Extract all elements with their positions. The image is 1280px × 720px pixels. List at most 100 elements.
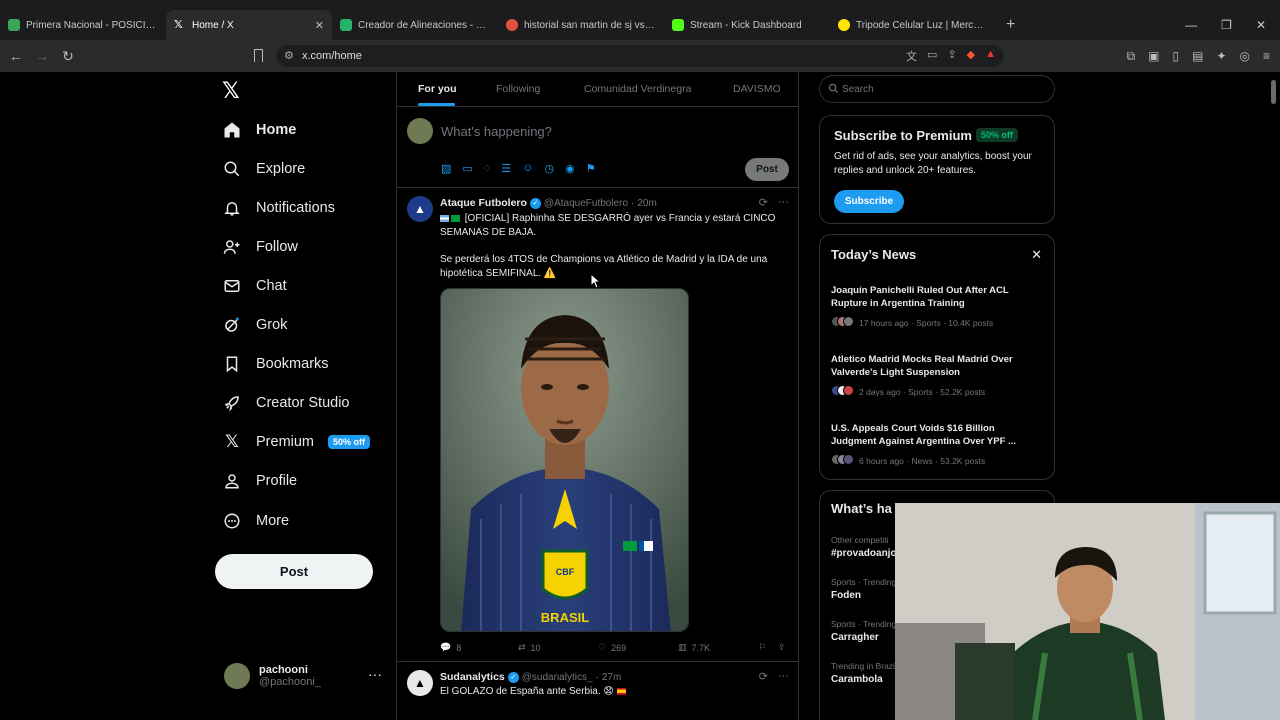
composer: What's happening? ▨ ▭ ◌ ☰ ☺ ◷ ◉ ⚑ Post xyxy=(397,108,799,188)
tweet-more-icon[interactable]: ··· xyxy=(778,670,789,683)
back-icon[interactable]: ← xyxy=(6,48,26,64)
wallet-icon[interactable]: ▣ xyxy=(1148,49,1159,64)
tab-title: historial san martin de sj vs racing cl xyxy=(524,19,656,31)
x-logo-icon[interactable]: 𝕏 xyxy=(222,78,240,104)
cast-icon[interactable]: ▭ xyxy=(927,48,937,64)
news-item[interactable]: Joaquín Panichelli Ruled Out After ACL R… xyxy=(831,284,1041,329)
grok-icon[interactable]: ◌ xyxy=(484,162,491,175)
tweet-author-handle[interactable]: @sudanalytics_ xyxy=(522,672,593,683)
tweet-text: El GOLAZO de España ante Serbia. 😧 xyxy=(440,686,614,697)
search-icon xyxy=(828,83,839,97)
location-icon[interactable]: ◉ xyxy=(565,162,575,175)
nav-chat[interactable]: Chat xyxy=(222,273,287,299)
forward-icon[interactable]: → xyxy=(32,48,52,64)
compose-post-button[interactable]: Post xyxy=(745,158,789,181)
page-scrollbar[interactable] xyxy=(1271,80,1276,104)
flag-icon[interactable]: ⚑ xyxy=(586,162,596,175)
views-button[interactable]: ▥ 7.7K xyxy=(678,642,758,653)
brave-shield-icon[interactable]: ◆ xyxy=(967,48,975,64)
compose-input[interactable]: What's happening? xyxy=(441,124,552,139)
gif-icon[interactable]: ▭ xyxy=(462,162,472,175)
share-button[interactable]: ⇪ xyxy=(778,642,786,653)
nav-creator-studio[interactable]: Creator Studio xyxy=(222,390,350,416)
browser-tab[interactable]: historial san martin de sj vs racing cl xyxy=(498,10,664,40)
tweet-time[interactable]: 20m xyxy=(637,198,656,209)
tab-following[interactable]: Following xyxy=(496,83,540,95)
browser-tab[interactable]: Stream - Kick Dashboard xyxy=(664,10,830,40)
tweet-actions: 💬 8 ⇄ 10 ♡ 269 ▥ 7.7K ⚐ ⇪ xyxy=(440,642,790,653)
nav-notifications[interactable]: Notifications xyxy=(222,195,335,221)
new-tab-icon[interactable]: + xyxy=(996,16,1025,40)
grok-explain-icon[interactable]: ⟳ xyxy=(759,670,768,683)
bell-icon xyxy=(222,198,242,218)
tweet-author-name[interactable]: Sudanalytics xyxy=(440,671,505,683)
browser-tab[interactable]: Creador de Alineaciones - Forma tu E xyxy=(332,10,498,40)
site-settings-icon[interactable]: ⚙ xyxy=(284,49,294,62)
leo-ai-icon[interactable]: ✦ xyxy=(1216,49,1226,64)
nav-label: Creator Studio xyxy=(256,395,350,411)
nav-bookmarks[interactable]: Bookmarks xyxy=(222,351,329,377)
reply-button[interactable]: 💬 8 xyxy=(440,642,518,653)
repost-button[interactable]: ⇄ 10 xyxy=(518,642,598,653)
tab-for-you[interactable]: For you xyxy=(418,83,457,95)
close-window-icon[interactable]: ✕ xyxy=(1256,18,1266,32)
sidebar-post-button[interactable]: Post xyxy=(215,554,373,589)
emoji-icon[interactable]: ☺ xyxy=(522,162,533,175)
avatar xyxy=(407,118,433,144)
like-button[interactable]: ♡ 269 xyxy=(598,642,678,653)
nav-explore[interactable]: Explore xyxy=(222,156,305,182)
subscribe-button[interactable]: Subscribe xyxy=(834,190,904,213)
tab-comunidad-verdinegra[interactable]: Comunidad Verdinegra xyxy=(584,83,691,95)
share-icon[interactable]: ⇪ xyxy=(947,48,956,64)
nav-premium[interactable]: 𝕏 Premium 50% off xyxy=(222,429,371,455)
sidebar-toggle-icon[interactable]: ▯ xyxy=(1172,49,1179,64)
bookmark-page-icon[interactable] xyxy=(254,49,263,62)
tab-favicon-icon xyxy=(838,19,850,31)
reload-icon[interactable]: ↻ xyxy=(58,48,78,65)
bookmark-button[interactable]: ⚐ xyxy=(758,642,778,653)
downloads-icon[interactable]: ▤ xyxy=(1192,49,1203,64)
poll-icon[interactable]: ☰ xyxy=(501,162,511,175)
search-input[interactable]: Search xyxy=(819,75,1055,103)
avatar[interactable]: ▲ xyxy=(407,196,433,222)
news-item[interactable]: U.S. Appeals Court Voids $16 Billion Jud… xyxy=(831,422,1041,467)
avatar[interactable]: ▲ xyxy=(407,670,433,696)
account-switcher[interactable]: pachooni @pachooni_ ··· xyxy=(224,660,384,692)
brave-rewards-icon[interactable]: ▲ xyxy=(985,48,996,64)
browser-tab-active[interactable]: 𝕏 Home / X ✕ xyxy=(166,10,332,40)
tweet-author-handle[interactable]: @AtaqueFutbolero xyxy=(544,198,628,209)
close-tab-icon[interactable]: ✕ xyxy=(315,19,324,32)
maximize-icon[interactable]: ❐ xyxy=(1221,18,1232,32)
tweet-time[interactable]: 27m xyxy=(602,672,621,683)
address-bar[interactable]: ⚙ x.com/home 文 ▭ ⇪ ◆ ▲ xyxy=(276,45,1004,67)
tab-favicon-icon xyxy=(672,19,684,31)
more-dots-icon[interactable]: ··· xyxy=(368,666,382,682)
grok-explain-icon[interactable]: ⟳ xyxy=(759,196,768,209)
nav-profile[interactable]: Profile xyxy=(222,468,297,494)
tweet-author-name[interactable]: Ataque Futbolero xyxy=(440,197,527,209)
x-premium-icon: 𝕏 xyxy=(225,432,239,451)
image-icon[interactable]: ▨ xyxy=(441,162,451,175)
news-item[interactable]: Atletico Madrid Mocks Real Madrid Over V… xyxy=(831,353,1041,398)
tab-davismo[interactable]: DAVISMO xyxy=(733,83,781,95)
nav-more[interactable]: More xyxy=(222,508,289,534)
tweet-more-icon[interactable]: ··· xyxy=(778,196,789,209)
nav-home[interactable]: Home xyxy=(222,117,296,143)
news-avatars xyxy=(831,316,854,329)
vpn-icon[interactable]: ◎ xyxy=(1240,49,1250,64)
browser-tab[interactable]: Primera Nacional - POSICIONES, RES xyxy=(0,10,166,40)
close-icon[interactable]: ✕ xyxy=(1031,247,1042,263)
tweet-image[interactable]: CBF BRASIL xyxy=(440,288,689,632)
tweet[interactable]: ▲ Ataque Futbolero ✓ @AtaqueFutbolero · … xyxy=(397,188,799,662)
tweet[interactable]: ▲ Sudanalytics ✓ @sudanalytics_ · 27m ⟳ … xyxy=(397,662,799,720)
nav-follow[interactable]: Follow xyxy=(222,234,298,260)
nav-grok[interactable]: Grok xyxy=(222,312,287,338)
extensions-icon[interactable]: ⧉ xyxy=(1127,49,1136,64)
premium-discount-badge: 50% off xyxy=(328,435,371,449)
browser-tab[interactable]: Tripode Celular Luz | MercadoLibre xyxy=(830,10,996,40)
minimize-icon[interactable]: — xyxy=(1185,18,1197,32)
menu-icon[interactable]: ≡ xyxy=(1263,49,1270,64)
schedule-icon[interactable]: ◷ xyxy=(544,162,554,175)
translate-icon[interactable]: 文 xyxy=(906,48,917,64)
nav-label: Explore xyxy=(256,161,306,177)
